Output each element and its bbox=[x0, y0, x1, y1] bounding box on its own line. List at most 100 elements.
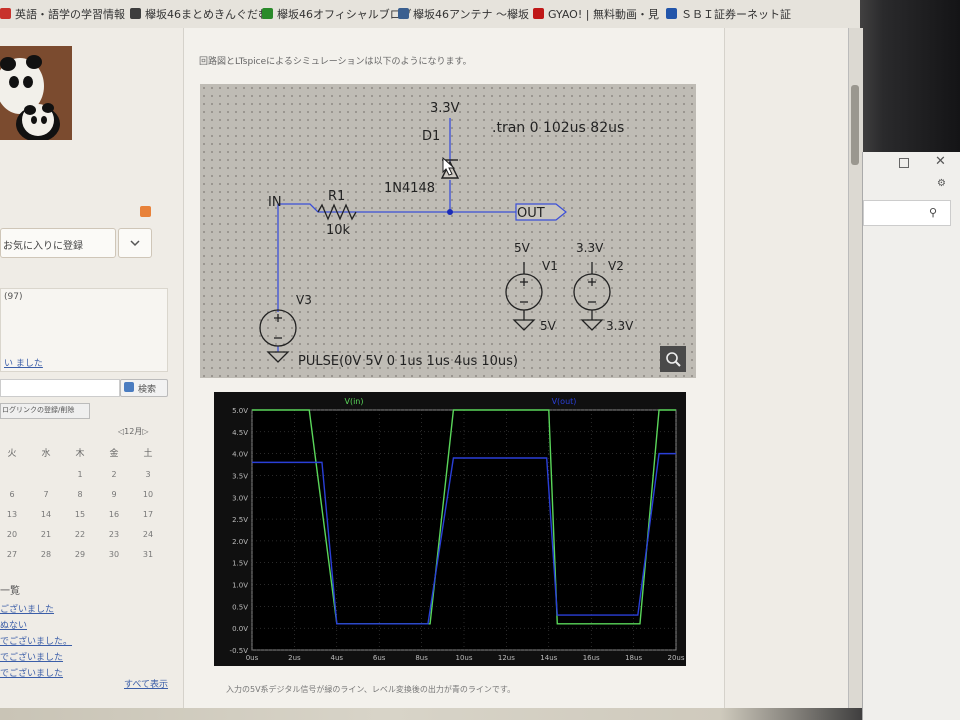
list-title: 一覧 bbox=[0, 586, 20, 597]
article-intro: 回路図とLTspiceによるシミュレーションは以下のようになります。 bbox=[199, 57, 472, 67]
v2-top-label: 3.3V bbox=[576, 241, 604, 255]
search-icon[interactable]: ⚲ bbox=[929, 206, 937, 219]
calendar-day[interactable]: 13 bbox=[2, 510, 22, 519]
calendar-day[interactable]: 20 bbox=[2, 530, 22, 539]
list-link[interactable]: ぬない bbox=[0, 618, 27, 631]
close-icon[interactable]: ✕ bbox=[935, 154, 946, 169]
calendar-day[interactable]: 16 bbox=[104, 510, 124, 519]
calendar-weekdays: 火 水 木 金 土 bbox=[0, 446, 170, 462]
y-tick-label: 0.0V bbox=[232, 625, 248, 633]
calendar-day[interactable]: 1 bbox=[70, 470, 90, 479]
tran-command: .tran 0 102us 82us bbox=[492, 120, 624, 136]
favorite-button[interactable]: お気に入りに登録 bbox=[0, 228, 116, 258]
blog-link-register-button[interactable]: ログリンクの登録/削除 bbox=[0, 403, 90, 419]
legend-entry: V(in) bbox=[344, 397, 363, 406]
v1-source-symbol bbox=[505, 262, 543, 331]
calendar-day[interactable]: 3 bbox=[138, 470, 158, 479]
calendar-day[interactable]: 10 bbox=[138, 490, 158, 499]
article-count: (97) bbox=[4, 292, 23, 302]
list-link[interactable]: ございました bbox=[0, 602, 54, 615]
show-all-link[interactable]: すべて表示 bbox=[124, 677, 168, 690]
calendar-day[interactable]: 7 bbox=[36, 490, 56, 499]
search-icon bbox=[124, 382, 134, 392]
x-tick-label: 18us bbox=[625, 654, 642, 662]
comment-link[interactable]: い ました bbox=[4, 356, 43, 369]
bookmarks-bar: 英語・語学の学習情報 欅坂46まとめきんぐだむ 欅坂46オフィシャルブログ 欅坂… bbox=[0, 0, 860, 29]
list-link[interactable]: でございました bbox=[0, 650, 63, 663]
weekday-label: 土 bbox=[143, 449, 153, 459]
calendar-day[interactable]: 14 bbox=[36, 510, 56, 519]
calendar-day[interactable]: 9 bbox=[104, 490, 124, 499]
y-tick-label: 4.0V bbox=[232, 451, 248, 459]
y-tick-label: 4.5V bbox=[232, 429, 248, 437]
bookmark-item[interactable]: 欅坂46アンテナ ～欅坂 bbox=[398, 6, 529, 22]
diode-name: D1 bbox=[422, 129, 440, 144]
calendar-day[interactable]: 31 bbox=[138, 550, 158, 559]
calendar-day[interactable]: 30 bbox=[104, 550, 124, 559]
calendar-day[interactable]: 23 bbox=[104, 530, 124, 539]
x-tick-label: 12us bbox=[498, 654, 515, 662]
x-tick-label: 4us bbox=[331, 654, 344, 662]
bookmark-item[interactable]: ＳＢＩ証券ーネット証 bbox=[666, 6, 791, 22]
weekday-label: 火 bbox=[7, 449, 17, 459]
calendar-day[interactable]: 17 bbox=[138, 510, 158, 519]
magnifier-icon bbox=[666, 352, 681, 367]
y-tick-label: 2.5V bbox=[232, 516, 248, 524]
scrollbar-thumb[interactable] bbox=[851, 85, 859, 165]
v1-name: V1 bbox=[542, 259, 558, 273]
x-tick-label: 8us bbox=[415, 654, 428, 662]
bookmark-item[interactable]: GYAO! | 無料動画・見 bbox=[533, 6, 659, 22]
calendar-month: 12月 bbox=[124, 427, 143, 436]
bookmark-favicon bbox=[262, 8, 273, 19]
calendar-day[interactable]: 15 bbox=[70, 510, 90, 519]
y-tick-label: 1.0V bbox=[232, 582, 248, 590]
calendar-day[interactable]: 29 bbox=[70, 550, 90, 559]
bookmark-item[interactable]: 英語・語学の学習情報 bbox=[0, 6, 125, 22]
v3-source-symbol bbox=[259, 309, 297, 363]
search-input[interactable] bbox=[0, 379, 120, 397]
vcc-label: 3.3V bbox=[430, 101, 460, 116]
v3-name: V3 bbox=[296, 293, 312, 307]
calendar-day[interactable]: 28 bbox=[36, 550, 56, 559]
calendar-day[interactable]: 22 bbox=[70, 530, 90, 539]
wire bbox=[449, 180, 516, 213]
x-tick-label: 10us bbox=[456, 654, 473, 662]
calendar-day[interactable]: 27 bbox=[2, 550, 22, 559]
calendar-day[interactable]: 24 bbox=[138, 530, 158, 539]
weekday-label: 木 bbox=[75, 449, 85, 459]
next-month-icon[interactable]: ▷ bbox=[142, 427, 148, 436]
gear-icon[interactable]: ⚙ bbox=[937, 178, 946, 189]
weekday-label: 金 bbox=[109, 449, 119, 459]
in-net-label: IN bbox=[268, 195, 282, 210]
calendar-day[interactable]: 8 bbox=[70, 490, 90, 499]
resistor-value: 10k bbox=[326, 223, 351, 238]
chevron-down-icon bbox=[130, 240, 140, 247]
address-field[interactable] bbox=[863, 200, 951, 226]
legend-entry: V(out) bbox=[552, 397, 577, 406]
profile-avatar bbox=[0, 46, 72, 140]
bookmark-item[interactable]: 欅坂46オフィシャルブログ bbox=[262, 6, 412, 22]
v2-source-symbol bbox=[573, 262, 611, 331]
v2-name: V2 bbox=[608, 259, 624, 273]
bookmark-item[interactable]: 欅坂46まとめきんぐだむ bbox=[130, 6, 269, 22]
maximize-icon[interactable] bbox=[899, 158, 909, 168]
search-button[interactable]: 検索 bbox=[120, 379, 168, 397]
blog-link-register-label: ログリンクの登録/削除 bbox=[2, 406, 75, 414]
calendar-day[interactable]: 21 bbox=[36, 530, 56, 539]
bookmark-favicon bbox=[398, 8, 409, 19]
x-tick-label: 20us bbox=[668, 654, 685, 662]
calendar-day[interactable]: 2 bbox=[104, 470, 124, 479]
rss-icon[interactable] bbox=[140, 206, 151, 217]
list-link[interactable]: でございました bbox=[0, 666, 63, 679]
x-tick-label: 2us bbox=[288, 654, 301, 662]
v1-top-label: 5V bbox=[514, 241, 531, 255]
x-tick-label: 0us bbox=[246, 654, 259, 662]
y-tick-label: 3.0V bbox=[232, 494, 248, 502]
favorite-dropdown-button[interactable] bbox=[118, 228, 152, 258]
calendar-day[interactable]: 6 bbox=[2, 490, 22, 499]
x-tick-label: 16us bbox=[583, 654, 600, 662]
list-link[interactable]: でございました。 bbox=[0, 634, 72, 647]
zoom-button[interactable] bbox=[660, 346, 686, 372]
v3-pulse-params: PULSE(0V 5V 0 1us 1us 4us 10us) bbox=[298, 354, 518, 369]
x-tick-label: 14us bbox=[540, 654, 557, 662]
